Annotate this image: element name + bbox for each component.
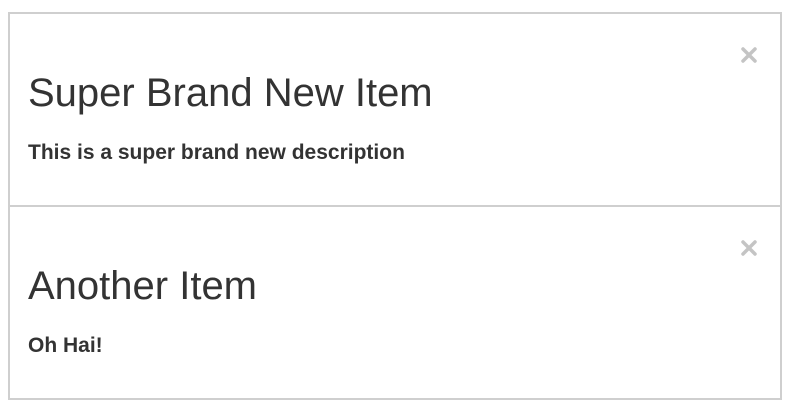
close-button[interactable] — [736, 235, 762, 261]
item-description: Oh Hai! — [28, 334, 103, 357]
list-item: Another Item Oh Hai! — [8, 205, 782, 400]
close-icon — [741, 47, 757, 63]
close-button[interactable] — [736, 42, 762, 68]
item-title: Another Item — [28, 264, 258, 308]
list-item: Super Brand New Item This is a super bra… — [8, 12, 782, 207]
item-description: This is a super brand new description — [28, 141, 405, 164]
item-title: Super Brand New Item — [28, 71, 433, 115]
item-list: Super Brand New Item This is a super bra… — [8, 12, 782, 400]
close-icon — [741, 240, 757, 256]
